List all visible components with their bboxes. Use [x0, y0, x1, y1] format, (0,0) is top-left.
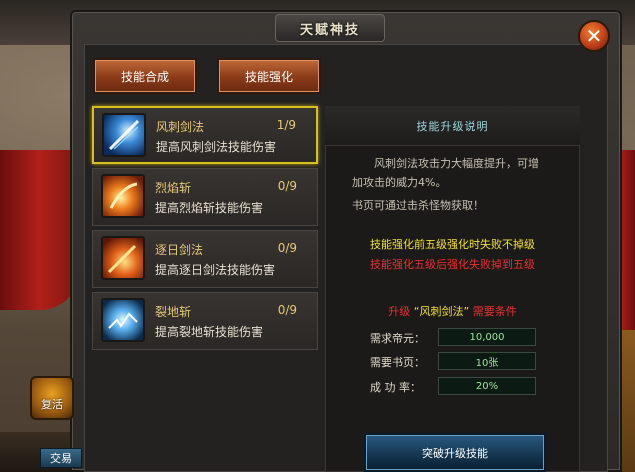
skill-level: 0/9: [277, 179, 297, 193]
req-label: 需求帝元：: [370, 332, 425, 345]
skill-desc: 提高逐日剑法技能伤害: [155, 263, 276, 277]
tab-skill-synthesis[interactable]: 技能合成: [93, 58, 197, 94]
flame-slash-icon: [101, 174, 145, 218]
earth-split-icon: [101, 298, 145, 342]
revive-button[interactable]: 复活: [30, 376, 74, 420]
skill-desc: 提高烈焰斩技能伤害: [155, 201, 264, 215]
warning-no-downgrade: 技能强化前五级强化时失败不掉级: [370, 238, 535, 251]
requirements-title: 升级 “风刺剑法” 需要条件: [325, 303, 580, 319]
revive-label: 复活: [41, 398, 63, 411]
skill-name: 裂地斩: [155, 305, 192, 319]
upgrade-skill-button[interactable]: 突破升级技能: [364, 433, 546, 472]
req-label: 需要书页：: [370, 356, 425, 369]
req-value: 10,000: [438, 328, 536, 346]
info-header: 技能升级说明: [325, 106, 580, 146]
req-value: 20%: [438, 377, 536, 395]
info-description: 风刺剑法攻击力大幅度提升，可增 加攻击的威力4%。: [352, 154, 578, 192]
warning-downgrade: 技能强化五级后强化失败掉到五级: [370, 258, 535, 271]
trade-button[interactable]: 交易: [40, 448, 82, 468]
requirement-currency: 需求帝元： 10,000: [370, 328, 540, 346]
window-title: 天赋神技: [299, 22, 360, 38]
skill-level: 1/9: [276, 118, 296, 132]
skill-level: 0/9: [277, 241, 297, 255]
skill-item-earth-split[interactable]: 裂地斩 0/9 提高裂地斩技能伤害: [92, 292, 318, 350]
skill-list: 风刺剑法 1/9 提高风刺剑法技能伤害 烈焰斩 0/9 提高烈焰斩技能伤害 逐日…: [92, 102, 318, 358]
skill-level: 0/9: [277, 303, 297, 317]
info-title: 技能升级说明: [416, 119, 489, 133]
skill-item-flame-slash[interactable]: 烈焰斩 0/9 提高烈焰斩技能伤害: [92, 168, 318, 226]
left-curtain: [0, 150, 80, 310]
info-desc-line2: 加攻击的威力4%。: [352, 176, 447, 189]
requirement-success-rate: 成 功 率： 20%: [370, 377, 540, 395]
skill-item-wind-sword[interactable]: 风刺剑法 1/9 提高风刺剑法技能伤害: [92, 106, 318, 164]
skill-item-sun-chase-sword[interactable]: 逐日剑法 0/9 提高逐日剑法技能伤害: [92, 230, 318, 288]
requirement-pages: 需要书页： 10张: [370, 352, 540, 370]
req-skill-name: “风刺剑法”: [413, 305, 470, 318]
wind-sword-icon: [102, 113, 146, 157]
skill-name: 烈焰斩: [155, 181, 192, 195]
req-prefix: 升级: [388, 305, 411, 318]
skill-name: 逐日剑法: [155, 243, 204, 257]
info-note: 书页可通过击杀怪物获取！: [352, 199, 484, 212]
req-label: 成 功 率：: [370, 381, 421, 394]
req-value: 10张: [438, 352, 536, 370]
skill-name: 风刺剑法: [156, 120, 205, 134]
sun-chase-sword-icon: [101, 236, 145, 280]
info-desc-line1: 风刺剑法攻击力大幅度提升，可增: [374, 157, 539, 170]
skill-desc: 提高风刺剑法技能伤害: [156, 140, 277, 154]
skill-desc: 提高裂地斩技能伤害: [155, 325, 264, 339]
req-suffix: 需要条件: [472, 305, 517, 318]
close-icon: ✕: [585, 24, 603, 48]
close-button[interactable]: ✕: [578, 20, 610, 52]
window-title-bar: 天赋神技: [275, 14, 385, 42]
tab-skill-enhance[interactable]: 技能强化: [217, 58, 321, 94]
